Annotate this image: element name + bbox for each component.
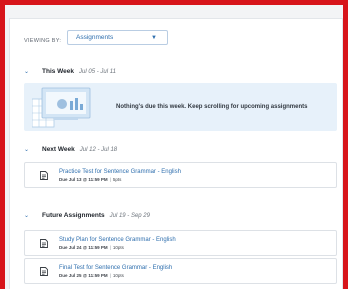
due-date: Due Jul 13 @ 11:59 PM [59,176,108,182]
assignments-panel: VIEWING BY: Assignments ▼ ⌄ This Week Ju… [9,18,343,289]
empty-week-message: Nothing's due this week. Keep scrolling … [116,104,308,110]
section-title: This Week [42,68,75,75]
points: 5pts [112,176,122,182]
chevron-down-icon[interactable]: ⌄ [24,146,42,153]
caret-down-icon: ▼ [151,34,157,41]
document-icon [40,170,48,180]
view-filter-value: Assignments [76,34,114,41]
meta-divider: | [109,176,111,182]
section-this-week: ⌄ This Week Jul 05 - Jul 11 [24,68,116,75]
chevron-down-icon[interactable]: ⌄ [24,68,42,75]
section-title: Next Week [42,146,75,153]
assignment-card[interactable]: Final Test for Sentence Grammar - Englis… [24,258,337,284]
document-icon [40,238,48,248]
meta-divider: | [109,244,111,250]
viewing-by-label: VIEWING BY: [24,38,62,44]
assignment-title-link[interactable]: Practice Test for Sentence Grammar - Eng… [59,169,181,175]
points: 10pts [112,244,124,250]
meta-divider: | [109,272,111,278]
empty-week-notice: Nothing's due this week. Keep scrolling … [24,83,337,131]
document-icon [40,266,48,276]
assignment-card[interactable]: Study Plan for Sentence Grammar - Englis… [24,230,337,256]
assignment-card[interactable]: Practice Test for Sentence Grammar - Eng… [24,162,337,188]
points: 10pts [112,272,124,278]
due-date: Due Jul 24 @ 11:59 PM [59,244,108,250]
view-filter-dropdown[interactable]: Assignments ▼ [67,30,168,45]
section-dates: Jul 19 - Sep 29 [109,212,150,219]
section-future: ⌄ Future Assignments Jul 19 - Sep 29 [24,212,150,219]
section-dates: Jul 05 - Jul 11 [79,68,116,75]
due-date: Due Jul 25 @ 11:59 PM [59,272,108,278]
assignment-title-link[interactable]: Final Test for Sentence Grammar - Englis… [59,265,172,271]
section-dates: Jul 12 - Jul 18 [79,146,118,153]
section-title: Future Assignments [42,212,105,219]
assignment-title-link[interactable]: Study Plan for Sentence Grammar - Englis… [59,237,176,243]
chevron-down-icon[interactable]: ⌄ [24,212,42,219]
section-next-week: ⌄ Next Week Jul 12 - Jul 18 [24,146,117,153]
calendar-illustration-icon [32,87,91,128]
